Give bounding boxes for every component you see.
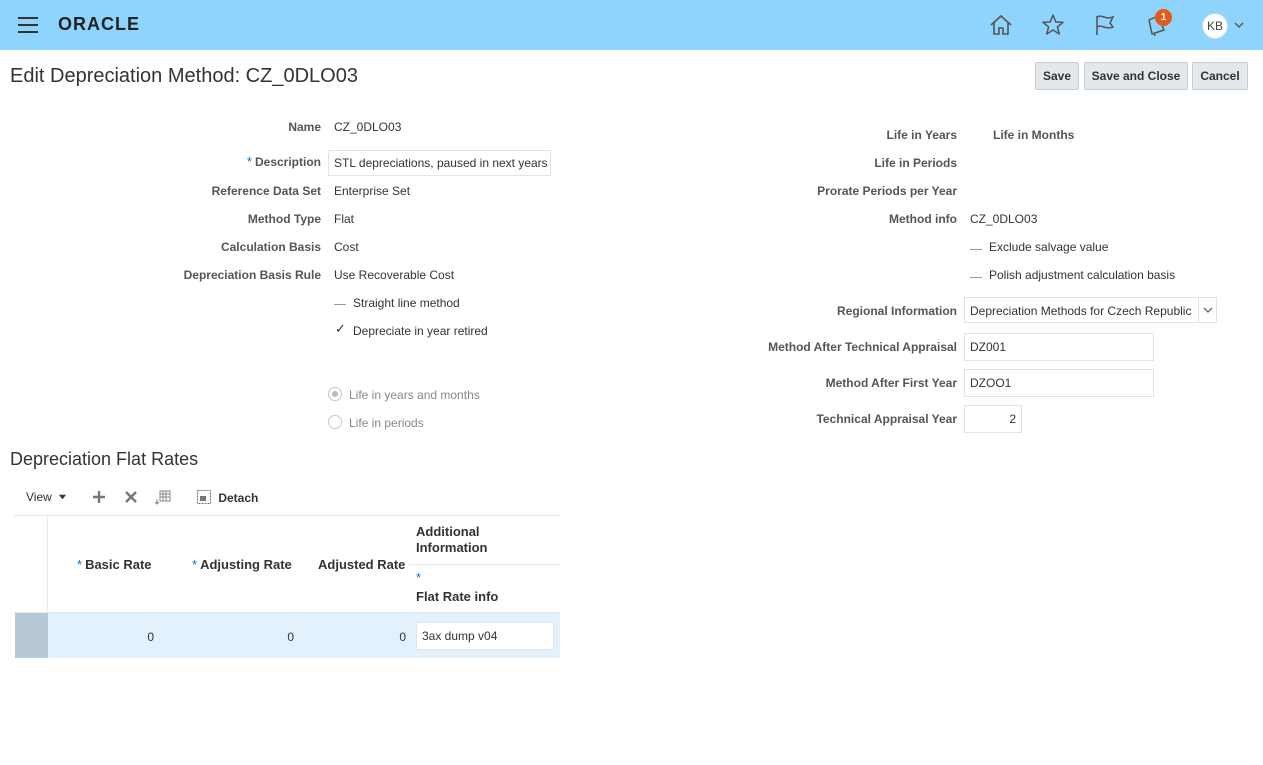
required-indicator: *	[416, 570, 424, 585]
straight-line-method-checkbox: Straight line method	[353, 296, 460, 310]
row-selector[interactable]	[15, 613, 48, 658]
depreciation-basis-rule-label: Depreciation Basis Rule	[183, 268, 321, 282]
flat-rate-info-input[interactable]: 3ax dump v04	[416, 622, 554, 650]
exclude-salvage-checkbox: Exclude salvage value	[989, 240, 1109, 254]
depreciation-basis-rule-value: Use Recoverable Cost	[334, 268, 455, 282]
regional-information-label: Regional Information	[837, 304, 957, 318]
chevron-down-icon[interactable]	[1198, 298, 1216, 322]
save-and-close-button[interactable]: Save and Close	[1084, 62, 1188, 90]
method-info-value: CZ_0DLO03	[970, 212, 1038, 226]
life-in-periods-label: Life in Periods	[874, 156, 957, 170]
basic-rate-cell: 0	[147, 630, 154, 644]
page-title: Edit Depreciation Method: CZ_0DLO03	[10, 65, 358, 87]
adjusting-rate-header-label: Adjusting Rate	[200, 557, 292, 572]
reference-data-set-value: Enterprise Set	[334, 184, 411, 198]
life-years-months-radio[interactable]	[328, 387, 342, 401]
required-star: *	[416, 570, 422, 585]
delete-row-icon[interactable]	[123, 489, 139, 508]
user-avatar[interactable]: KB	[1202, 13, 1228, 39]
name-value: CZ_0DLO03	[334, 120, 402, 134]
save-button[interactable]: Save	[1035, 62, 1079, 90]
adjusted-rate-header[interactable]: Adjusted Rate	[318, 557, 405, 572]
polish-adjustment-checkbox: Polish adjustment calculation basis	[989, 268, 1176, 282]
caret-down-icon	[59, 494, 67, 500]
method-type-value: Flat	[334, 212, 355, 226]
oracle-logo[interactable]: ORACLE	[58, 14, 140, 35]
adjusting-rate-header[interactable]: * Adjusting Rate	[192, 557, 292, 572]
freeze-columns-icon[interactable]	[154, 489, 171, 508]
unchecked-dash-icon	[970, 277, 982, 278]
depreciate-in-year-retired-checkbox: Depreciate in year retired	[353, 324, 488, 338]
header-group-divider	[409, 564, 560, 565]
method-after-first-year-input[interactable]: DZOO1	[964, 369, 1154, 397]
basic-rate-header[interactable]: * Basic Rate	[77, 557, 152, 572]
life-in-months-label: Life in Months	[993, 128, 1075, 142]
required-indicator: *	[246, 154, 252, 169]
calculation-basis-label: Calculation Basis	[220, 240, 321, 254]
favorites-star-icon[interactable]	[1040, 12, 1066, 38]
detach-button[interactable]: Detach	[196, 489, 258, 505]
life-in-years-label: Life in Years	[886, 128, 957, 142]
calculation-basis-value: Cost	[334, 240, 359, 254]
description-label: * Description	[247, 154, 321, 169]
unchecked-dash-icon	[970, 249, 982, 250]
technical-appraisal-year-input[interactable]: 2	[964, 405, 1022, 433]
required-indicator: *	[192, 557, 198, 572]
required-indicator: *	[77, 557, 83, 572]
column-divider	[47, 515, 48, 613]
view-menu[interactable]: View	[26, 490, 67, 504]
home-icon[interactable]	[988, 12, 1014, 38]
method-after-first-year-label: Method After First Year	[825, 376, 957, 390]
basic-rate-header-label: Basic Rate	[85, 557, 152, 572]
table-top-border	[14, 515, 560, 516]
life-periods-label: Life in periods	[349, 416, 424, 430]
additional-information-header-line2: Information	[416, 540, 488, 555]
additional-information-header-line1: Additional	[416, 524, 480, 539]
cancel-button[interactable]: Cancel	[1192, 62, 1248, 90]
flat-rate-info-header[interactable]: Flat Rate info	[416, 589, 498, 604]
regional-information-select[interactable]: Depreciation Methods for Czech Republic	[964, 297, 1217, 323]
life-years-months-label: Life in years and months	[349, 388, 480, 402]
view-menu-label: View	[26, 490, 52, 504]
method-after-technical-appraisal-input[interactable]: DZ001	[964, 333, 1154, 361]
regional-information-value: Depreciation Methods for Czech Republic	[970, 304, 1192, 318]
adjusting-rate-cell: 0	[287, 630, 294, 644]
description-label-text: Description	[254, 155, 321, 169]
description-input[interactable]: STL depreciations, paused in next years	[328, 150, 551, 176]
flat-rates-section-title: Depreciation Flat Rates	[10, 449, 199, 469]
adjusted-rate-cell: 0	[399, 630, 406, 644]
method-info-label: Method info	[889, 212, 957, 226]
method-type-label: Method Type	[247, 212, 321, 226]
notification-count-badge: 1	[1155, 9, 1172, 26]
method-after-technical-appraisal-label: Method After Technical Appraisal	[768, 340, 957, 354]
unchecked-dash-icon	[334, 304, 346, 305]
flag-icon[interactable]	[1092, 12, 1118, 38]
life-periods-radio[interactable]	[328, 415, 342, 429]
global-header: ORACLE 1 KB	[0, 0, 1263, 50]
technical-appraisal-year-label: Technical Appraisal Year	[816, 412, 957, 426]
chevron-down-icon[interactable]	[1233, 19, 1245, 31]
name-label: Name	[288, 120, 321, 134]
detach-icon	[197, 490, 211, 504]
menu-icon[interactable]	[18, 17, 38, 33]
prorate-periods-label: Prorate Periods per Year	[817, 184, 957, 198]
add-row-icon[interactable]	[91, 489, 107, 508]
reference-data-set-label: Reference Data Set	[211, 184, 321, 198]
detach-label: Detach	[218, 491, 259, 505]
checkmark-icon: ✓	[335, 321, 346, 336]
